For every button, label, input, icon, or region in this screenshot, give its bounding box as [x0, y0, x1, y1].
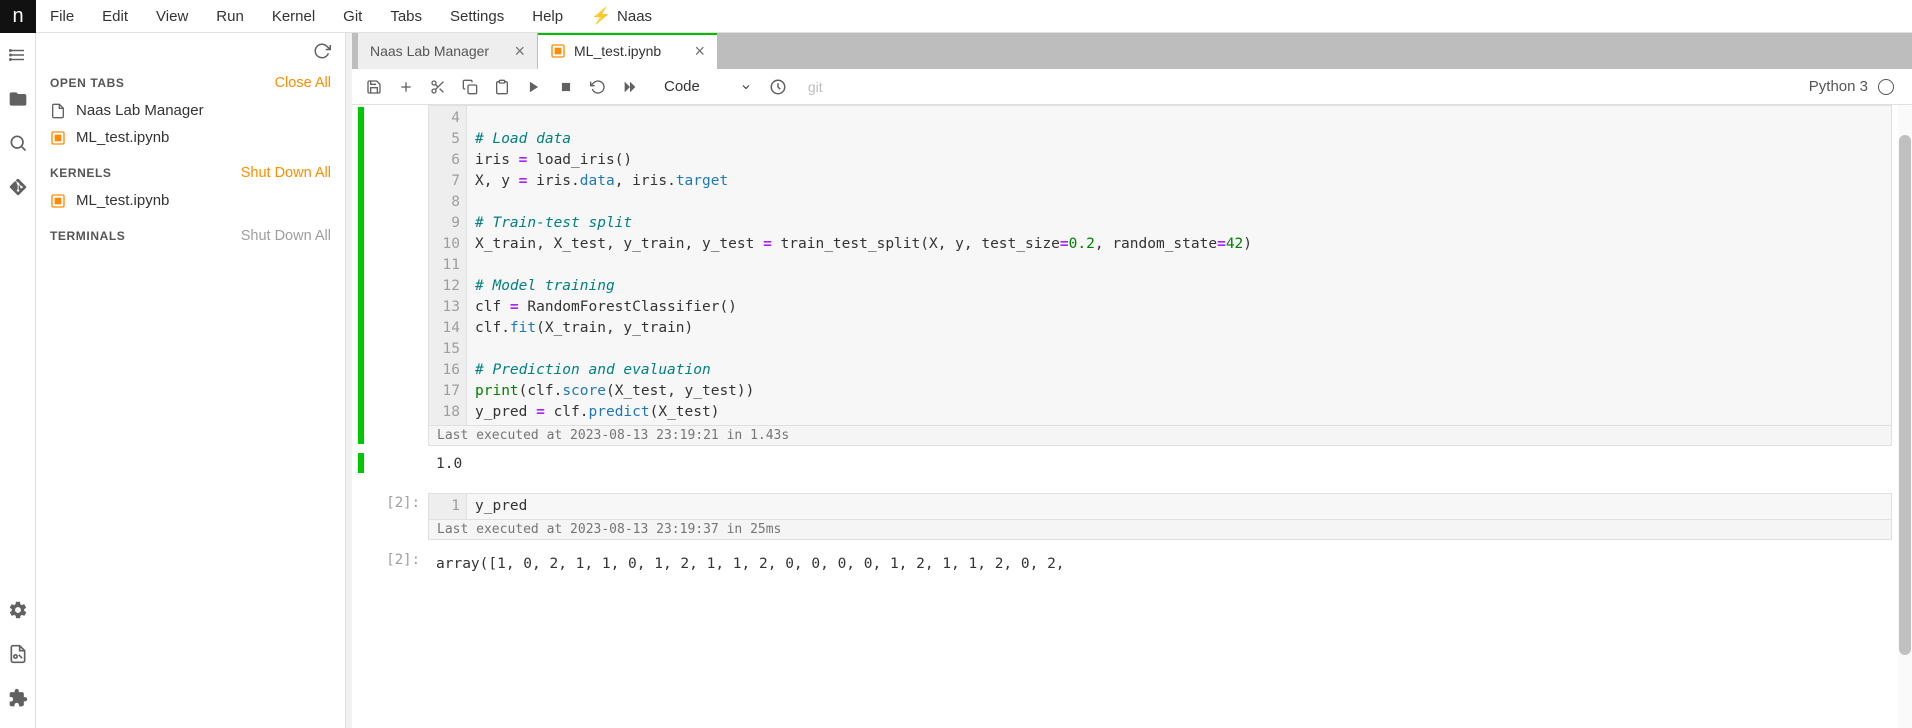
restart-icon[interactable]: [584, 73, 612, 101]
menu-run[interactable]: Run: [202, 0, 258, 33]
run-icon[interactable]: [520, 73, 548, 101]
menu-help[interactable]: Help: [518, 0, 577, 33]
gears-icon[interactable]: [8, 600, 28, 620]
menu-file[interactable]: File: [36, 0, 88, 33]
notebook-toolbar: Code git Python 3: [352, 69, 1912, 105]
code-editor[interactable]: # Load datairis = load_iris()X, y = iris…: [467, 106, 1891, 425]
doc-tab-label: ML_test.ipynb: [574, 43, 661, 59]
git-icon[interactable]: [8, 177, 28, 197]
document-tabs: Naas Lab Manager × ML_test.ipynb ×: [352, 33, 1912, 69]
output-prompt: [368, 450, 428, 479]
line-gutter: 456789101112131415161718: [429, 106, 467, 425]
menu-tabs[interactable]: Tabs: [376, 0, 436, 33]
notebook-icon: [50, 130, 66, 146]
output-prompt: [2]:: [368, 550, 428, 579]
clock-icon[interactable]: [764, 73, 792, 101]
terminals-shutdown-button[interactable]: Shut Down All: [241, 228, 331, 244]
paste-icon[interactable]: [488, 73, 516, 101]
sidebar: OPEN TABS Close All Naas Lab Manager ML_t…: [36, 33, 346, 728]
sidebar-kernel-item[interactable]: ML_test.ipynb: [36, 187, 345, 214]
folder-icon[interactable]: [8, 89, 28, 109]
close-icon[interactable]: ×: [514, 42, 525, 60]
content-area: Naas Lab Manager × ML_test.ipynb × Code git…: [352, 33, 1912, 728]
code-editor[interactable]: y_pred: [467, 494, 1891, 519]
code-cell[interactable]: 456789101112131415161718 # Load datairis…: [358, 105, 1892, 446]
cell-prompt: [368, 105, 428, 446]
naas-menu[interactable]: ⚡ Naas: [577, 0, 666, 33]
cell-prompt: [2]:: [368, 493, 428, 540]
code-cell[interactable]: [2]: 1 y_pred Last executed at 2023-08-1…: [358, 493, 1892, 540]
kernel-label: ML_test.ipynb: [76, 192, 169, 209]
extension-icon[interactable]: [8, 688, 28, 708]
cell-type-label: Code: [664, 78, 700, 95]
app-logo: n: [0, 0, 36, 33]
doc-tab-label: Naas Lab Manager: [370, 43, 489, 59]
menu-kernel[interactable]: Kernel: [258, 0, 329, 33]
kernels-header: KERNELS Shut Down All: [36, 159, 345, 187]
exec-info: Last executed at 2023-08-13 23:19:37 in …: [428, 520, 1892, 540]
search-icon[interactable]: [8, 133, 28, 153]
sidebar-tab-item[interactable]: Naas Lab Manager: [36, 97, 345, 124]
add-cell-icon[interactable]: [392, 73, 420, 101]
bolt-icon: ⚡: [591, 6, 611, 26]
output-text: 1.0: [428, 450, 1892, 479]
stop-icon[interactable]: [552, 73, 580, 101]
tab-label: ML_test.ipynb: [76, 129, 169, 146]
run-all-icon[interactable]: [616, 73, 644, 101]
save-icon[interactable]: [360, 73, 388, 101]
document-icon[interactable]: [8, 644, 28, 664]
menu-view[interactable]: View: [142, 0, 202, 33]
scrollbar-thumb[interactable]: [1899, 135, 1911, 655]
cell-marker: [358, 453, 364, 473]
kernels-shutdown-button[interactable]: Shut Down All: [241, 165, 331, 181]
chevron-down-icon: [740, 81, 752, 93]
running-icon[interactable]: [8, 45, 28, 65]
terminals-title: TERMINALS: [50, 229, 125, 243]
doc-tab[interactable]: Naas Lab Manager ×: [358, 33, 538, 69]
kernels-title: KERNELS: [50, 166, 112, 180]
open-tabs-title: OPEN TABS: [50, 76, 125, 90]
file-icon: [50, 103, 66, 119]
notebook-icon: [50, 193, 66, 209]
doc-tab[interactable]: ML_test.ipynb ×: [538, 33, 718, 69]
output-text: array([1, 0, 2, 1, 1, 0, 1, 2, 1, 1, 2, …: [428, 550, 1892, 579]
cell-type-select[interactable]: Code: [656, 76, 760, 97]
kernel-status-icon[interactable]: [1878, 79, 1894, 95]
sidebar-tab-item[interactable]: ML_test.ipynb: [36, 124, 345, 151]
exec-info: Last executed at 2023-08-13 23:19:21 in …: [428, 426, 1892, 446]
output-cell: 1.0: [358, 450, 1892, 479]
close-icon[interactable]: ×: [694, 42, 705, 60]
line-gutter: 1: [429, 494, 467, 519]
menu-bar: n FileEditViewRunKernelGitTabsSettingsHe…: [0, 0, 1912, 33]
menu-edit[interactable]: Edit: [88, 0, 142, 33]
notebook-body[interactable]: 456789101112131415161718 # Load datairis…: [352, 105, 1912, 728]
open-tabs-header: OPEN TABS Close All: [36, 69, 345, 97]
cut-icon[interactable]: [424, 73, 452, 101]
kernel-name[interactable]: Python 3: [1809, 78, 1868, 95]
menu-settings[interactable]: Settings: [436, 0, 518, 33]
tab-label: Naas Lab Manager: [76, 102, 204, 119]
scrollbar[interactable]: [1898, 105, 1912, 728]
cell-marker: [358, 107, 364, 444]
terminals-header: TERMINALS Shut Down All: [36, 222, 345, 250]
menu-git[interactable]: Git: [329, 0, 376, 33]
naas-label: Naas: [617, 8, 652, 25]
copy-icon[interactable]: [456, 73, 484, 101]
activity-bar: [0, 33, 36, 728]
output-cell: [2]: array([1, 0, 2, 1, 1, 0, 1, 2, 1, 1…: [358, 550, 1892, 579]
git-label[interactable]: git: [808, 79, 823, 95]
notebook-icon: [550, 43, 566, 59]
close-all-button[interactable]: Close All: [275, 75, 331, 91]
refresh-icon[interactable]: [313, 42, 331, 60]
